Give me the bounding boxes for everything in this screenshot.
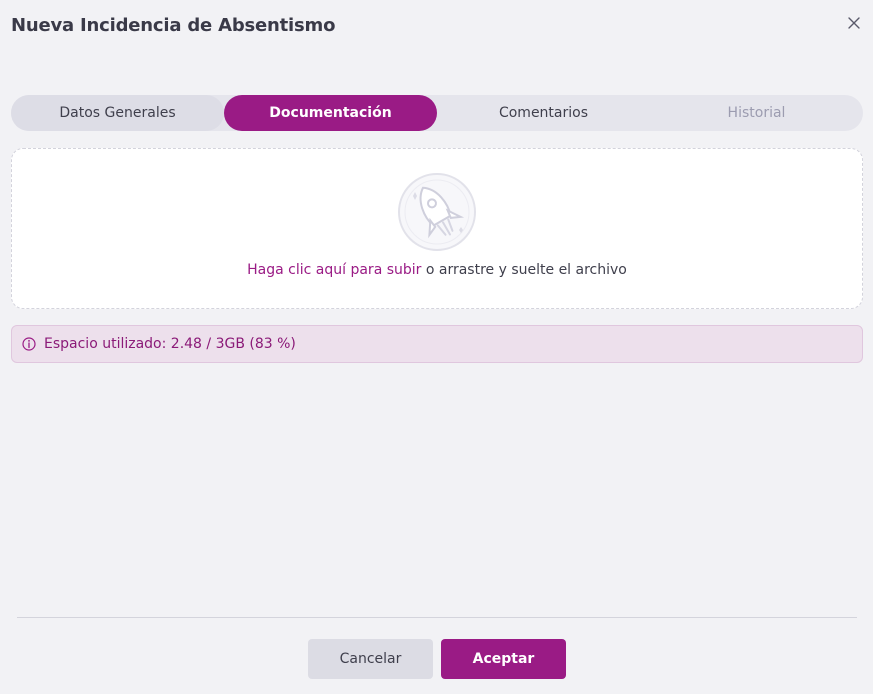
upload-drag-text: o arrastre y suelte el archivo	[421, 262, 627, 278]
tab-datos-generales[interactable]: Datos Generales	[11, 95, 224, 131]
storage-notice: Espacio utilizado: 2.48 / 3GB (83 %)	[11, 325, 863, 363]
close-icon[interactable]	[847, 16, 861, 30]
upload-instructions: Haga clic aquí para subir o arrastre y s…	[12, 262, 862, 278]
upload-link[interactable]: Haga clic aquí para subir	[247, 262, 421, 278]
tab-historial[interactable]: Historial	[650, 95, 863, 131]
dialog-title: Nueva Incidencia de Absentismo	[11, 15, 336, 36]
accept-button[interactable]: Aceptar	[441, 639, 566, 679]
tab-comentarios[interactable]: Comentarios	[437, 95, 650, 131]
info-icon	[22, 337, 36, 351]
tab-documentacion[interactable]: Documentación	[224, 95, 437, 131]
cancel-button[interactable]: Cancelar	[308, 639, 433, 679]
storage-usage-text: Espacio utilizado: 2.48 / 3GB (83 %)	[44, 336, 296, 352]
rocket-icon	[398, 173, 476, 251]
file-dropzone[interactable]: Haga clic aquí para subir o arrastre y s…	[11, 148, 863, 309]
footer-divider	[17, 617, 857, 618]
tab-bar: Datos Generales Documentación Comentario…	[11, 95, 863, 131]
